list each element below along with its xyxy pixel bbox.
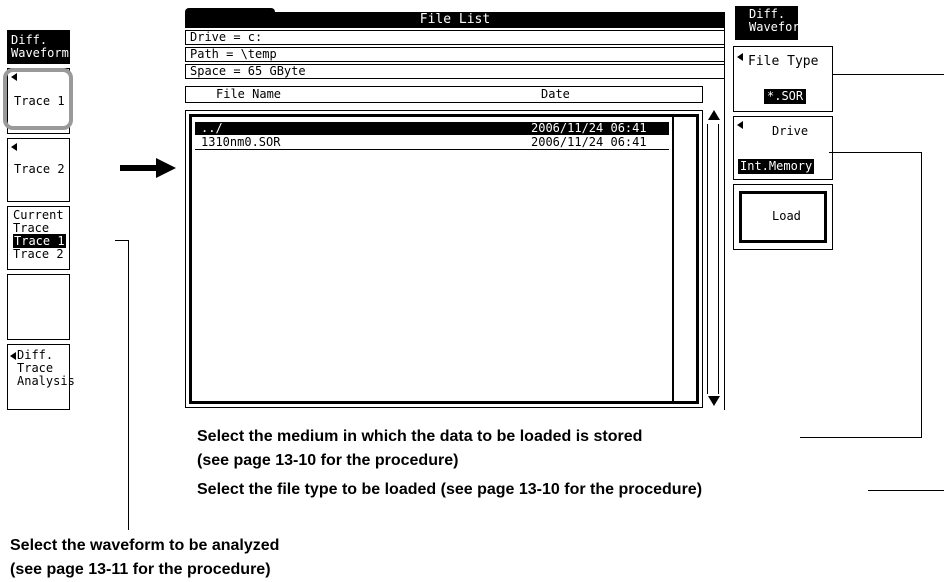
triangle-left-icon xyxy=(737,53,743,61)
annotation-waveform-line2: (see page 13-11 for the procedure) xyxy=(10,561,271,578)
callout-filetype-h xyxy=(833,74,944,75)
path-info: Path = \temp xyxy=(185,47,725,62)
file-row[interactable]: ../ 2006/11/24 06:41 xyxy=(195,122,669,135)
triangle-left-icon xyxy=(10,352,16,360)
callout-drive-v xyxy=(921,152,922,437)
drive-softkey[interactable]: Drive Int.Memory xyxy=(733,116,833,180)
file-row-date: 2006/11/24 06:41 xyxy=(531,135,647,149)
right-menu-title: Diff. Waveform xyxy=(735,6,807,40)
analysis-line3: Analysis xyxy=(17,374,75,388)
diff-trace-analysis-softkey[interactable]: Diff. Trace Analysis xyxy=(7,344,75,410)
file-list-box: ../ 2006/11/24 06:41 1310nm0.SOR 2006/11… xyxy=(185,110,703,408)
load-label: Load xyxy=(772,209,801,223)
file-list-title-tab xyxy=(185,8,275,13)
drive-info-text: Drive = c: xyxy=(190,30,263,44)
analysis-text: Diff. Trace Analysis xyxy=(17,349,75,388)
arrow-right-icon xyxy=(120,158,176,178)
triangle-left-icon xyxy=(11,143,17,151)
current-trace-option1: Trace 1 xyxy=(13,234,66,248)
space-info-text: Space = 65 GByte xyxy=(190,64,306,78)
triangle-left-icon xyxy=(737,121,743,129)
trace2-softkey[interactable]: Trace 2 xyxy=(7,138,70,202)
annotation-waveform-line1: Select the waveform to be analyzed xyxy=(10,537,280,554)
callout-filetype-low xyxy=(868,490,944,491)
file-row-date: 2006/11/24 06:41 xyxy=(531,121,647,135)
annotation-medium-line1: Select the medium in which the data to b… xyxy=(197,428,643,445)
file-row-name: 1310nm0.SOR xyxy=(201,135,281,149)
annotation-filetype: Select the file type to be loaded (see p… xyxy=(197,481,703,498)
callout-trace-h xyxy=(115,240,128,241)
load-button[interactable]: Load xyxy=(739,191,827,243)
current-trace-softkey[interactable]: Current Trace Trace 1 Trace 2 xyxy=(7,206,70,270)
empty-softkey xyxy=(7,274,70,340)
left-menu-title: Diff. Waveform xyxy=(7,30,70,64)
callout-drive-h xyxy=(829,152,922,153)
scroll-down-icon[interactable] xyxy=(708,396,720,406)
file-row-name: ../ xyxy=(201,121,223,135)
scrollbar[interactable] xyxy=(705,110,723,408)
scroll-track[interactable] xyxy=(707,124,719,394)
file-row[interactable]: 1310nm0.SOR 2006/11/24 06:41 xyxy=(195,136,669,150)
callout-drive-h2 xyxy=(800,437,922,438)
drive-label: Drive xyxy=(772,124,809,138)
left-menu-title-line2: Waveform xyxy=(11,46,69,60)
file-list-title-text: File List xyxy=(419,12,491,27)
panel-right-border xyxy=(724,12,725,410)
path-info-text: Path = \temp xyxy=(190,47,277,61)
trace2-label: Trace 2 xyxy=(14,162,65,176)
file-list-title: File List xyxy=(185,12,725,28)
right-menu-title-line2: Waveform xyxy=(749,20,807,34)
scroll-up-icon[interactable] xyxy=(708,110,720,120)
file-list-inner: ../ 2006/11/24 06:41 1310nm0.SOR 2006/11… xyxy=(189,114,699,404)
list-right-rule xyxy=(672,117,674,401)
column-header: File Name Date xyxy=(185,86,703,103)
callout-trace-v xyxy=(128,240,129,530)
file-type-label: File Type xyxy=(748,54,819,69)
trace1-callout-frame xyxy=(3,68,73,130)
column-header-date: Date xyxy=(541,87,570,101)
load-softkey[interactable]: Load xyxy=(733,184,833,250)
current-trace-text: Current Trace Trace 1 Trace 2 xyxy=(13,209,66,261)
file-type-softkey[interactable]: File Type *.SOR xyxy=(733,46,833,112)
drive-info: Drive = c: xyxy=(185,30,725,45)
file-type-value: *.SOR xyxy=(764,89,807,104)
drive-value: Int.Memory xyxy=(738,159,815,174)
space-info: Space = 65 GByte xyxy=(185,64,725,79)
current-trace-option2: Trace 2 xyxy=(13,247,64,261)
annotation-medium-line2: (see page 13-10 for the procedure) xyxy=(197,452,459,469)
column-header-name: File Name xyxy=(216,87,282,101)
